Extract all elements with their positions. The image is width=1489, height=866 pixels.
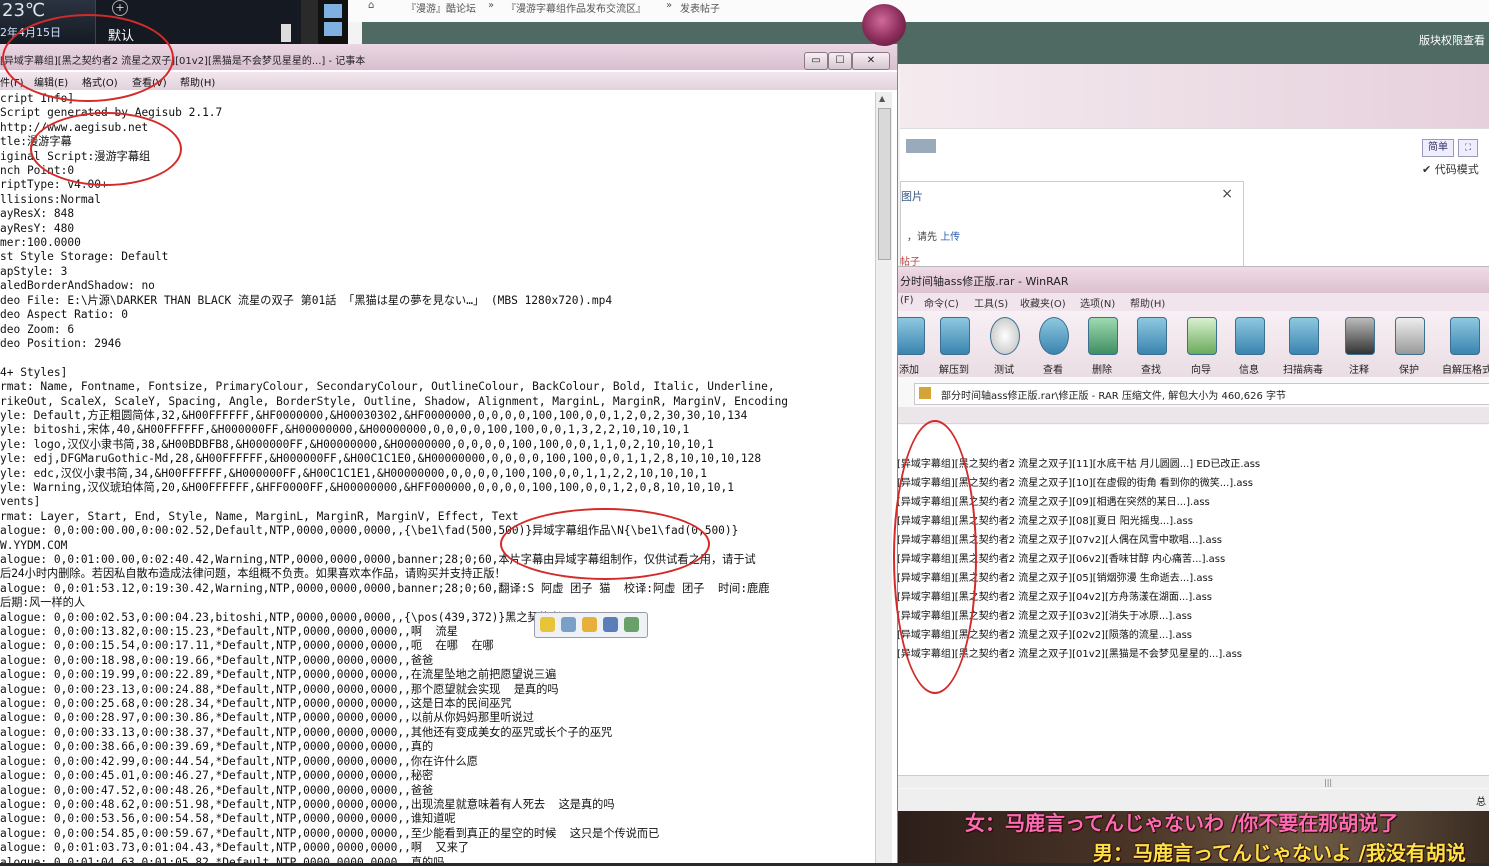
sfx-icon [1450, 317, 1480, 355]
file-list: [异域字幕组][黑之契约者2 流星之双子][11][水底干枯 月儿圆圆...] … [894, 425, 1489, 775]
close-button[interactable]: ✕ [852, 52, 890, 70]
shield-icon [1395, 317, 1425, 355]
download-icon[interactable] [324, 22, 342, 36]
star-icon[interactable] [324, 4, 342, 18]
weather-temperature: 23℃ [2, 0, 46, 21]
add-archive-icon [895, 317, 925, 355]
launcher-scrollbar[interactable] [281, 24, 291, 42]
search-icon[interactable] [603, 617, 618, 632]
menu-help[interactable]: 帮助(H) [180, 74, 215, 89]
tool-comment[interactable]: 注释 [1334, 315, 1384, 376]
home-icon[interactable]: ⌂ [368, 0, 374, 11]
tab-image[interactable]: 图片 [901, 188, 923, 204]
tool-extract[interactable]: 解压到 [929, 315, 979, 376]
minimize-button[interactable]: ▭ [804, 52, 828, 70]
breadcrumb-current: 发表帖子 [680, 4, 720, 15]
vertical-scrollbar[interactable]: ▲ [875, 92, 892, 863]
scrollbar-thumb[interactable] [878, 108, 891, 260]
subtitle-female: 女：马鹿言ってんじゃないわ /你不要在那胡说了 [965, 811, 1399, 835]
annotation-circle [2, 14, 174, 102]
post-editor: 简单 ⛶ ✔ 代码模式 图片 × ，请先 上传 帖子 [900, 128, 1489, 279]
rose-decoration [862, 4, 906, 46]
winrar-title-bar[interactable]: 分时间轴ass修正版.rar - WinRAR [894, 267, 1489, 293]
video-frame: 女：马鹿言ってんじゃないわ /你不要在那胡说了 男：马鹿言ってんじゃないよ /我… [893, 811, 1489, 865]
breadcrumb-separator: » [666, 0, 673, 11]
find-icon [1137, 317, 1167, 355]
add-icon[interactable]: + [112, 0, 128, 16]
archive-path: 部分时间轴ass修正版.rar\修正版 - RAR 压缩文件, 解包大小为 46… [941, 391, 1286, 402]
smile-icon[interactable] [582, 617, 597, 632]
winrar-toolbar: 添加 解压到 测试 查看 删除 查找 向导 信息 扫描病毒 注释 保护 自解压格… [894, 311, 1489, 377]
menu-favorites[interactable]: 收藏夹(O) [1020, 295, 1066, 310]
board-permission-link[interactable]: 版块权限查看 [1419, 32, 1485, 48]
image-upload-panel: 图片 × ，请先 上传 [900, 181, 1244, 273]
winrar-window: 分时间轴ass修正版.rar - WinRAR (F) 命令(C) 工具(S) … [893, 266, 1489, 813]
image-icon[interactable] [624, 617, 639, 632]
tool-sfx[interactable]: 自解压格式 [1439, 315, 1489, 376]
tool-info[interactable]: 信息 [1224, 315, 1274, 376]
breadcrumb: ⌂ 『漫游』酷论坛 » 『漫游字幕组作品发布交流区』 » 发表帖子 [348, 0, 1489, 22]
annotation-circle [30, 112, 182, 186]
breadcrumb-board[interactable]: 『漫游字幕组作品发布交流区』 [506, 0, 646, 15]
magnifier-icon [1039, 317, 1069, 355]
menu-options[interactable]: 选项(N) [1080, 295, 1115, 310]
emoji-icon[interactable] [540, 617, 555, 632]
tool-find[interactable]: 查找 [1126, 315, 1176, 376]
simple-mode-button[interactable]: 简单 [1422, 139, 1454, 157]
file-list-header[interactable] [894, 407, 1489, 424]
upload-tip-text: ，请先 [907, 232, 941, 243]
wizard-icon [1187, 317, 1217, 355]
winrar-title: 分时间轴ass修正版.rar - WinRAR [900, 275, 1069, 288]
scroll-up-icon[interactable]: ▲ [879, 94, 885, 103]
code-mode-checkbox[interactable]: ✔ 代码模式 [1422, 161, 1479, 177]
winrar-menu-bar: (F) 命令(C) 工具(S) 收藏夹(O) 选项(N) 帮助(H) [894, 293, 1489, 311]
extract-icon [940, 317, 970, 355]
code-mode-label: 代码模式 [1434, 163, 1479, 176]
menu-tools[interactable]: 工具(S) [974, 295, 1008, 310]
horizontal-scrollbar[interactable]: ||| [894, 775, 1489, 788]
trash-icon [1088, 317, 1118, 355]
menu-command[interactable]: 命令(C) [924, 295, 959, 310]
tool-wizard[interactable]: 向导 [1176, 315, 1226, 376]
virus-scan-icon [1289, 317, 1319, 355]
annotation-circle [500, 508, 710, 580]
fullscreen-button[interactable]: ⛶ [1458, 139, 1478, 157]
info-icon [1235, 317, 1265, 355]
notepad-text-area[interactable]: cript Info] Script generated by Aegisub … [0, 92, 874, 863]
annotation-circle [893, 420, 977, 694]
archive-path-bar[interactable]: 部分时间轴ass修正版.rar\修正版 - RAR 压缩文件, 解包大小为 46… [914, 383, 1489, 405]
subtitle-male: 男：马鹿言ってんじゃないよ /我没有胡说 [1093, 841, 1466, 865]
menu-help[interactable]: 帮助(H) [1130, 295, 1165, 310]
pen-icon [1345, 317, 1375, 355]
desktop-side-icons [318, 0, 348, 48]
breadcrumb-separator: » [488, 0, 495, 11]
forum-banner [900, 64, 1489, 128]
document-icon[interactable] [561, 617, 576, 632]
breadcrumb-forum[interactable]: 『漫游』酷论坛 [406, 0, 476, 15]
maximize-button[interactable]: ☐ [828, 52, 852, 70]
archive-icon [919, 387, 931, 399]
tool-virus-scan[interactable]: 扫描病毒 [1278, 315, 1328, 376]
floating-toolbar [534, 612, 648, 638]
menu-file[interactable]: (F) [900, 295, 914, 306]
close-icon[interactable]: × [1221, 186, 1233, 202]
clock-icon [990, 317, 1020, 355]
tool-view[interactable]: 查看 [1028, 315, 1078, 376]
scrollbar-grip[interactable]: ||| [1324, 778, 1334, 787]
editor-toolbar-icons[interactable] [906, 139, 936, 153]
tool-protect[interactable]: 保护 [1384, 315, 1434, 376]
upload-link[interactable]: 上传 [940, 232, 960, 243]
tool-delete[interactable]: 删除 [1077, 315, 1127, 376]
tool-test[interactable]: 测试 [979, 315, 1029, 376]
upload-tip: ，请先 上传 [907, 228, 960, 243]
status-total: 总 [1476, 797, 1486, 808]
